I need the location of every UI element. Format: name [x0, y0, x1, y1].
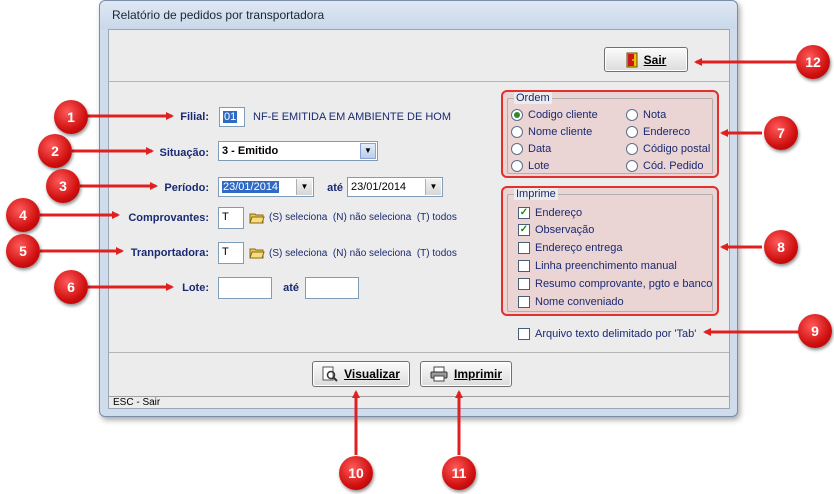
- badge-5: 5: [6, 234, 40, 268]
- badge-3: 3: [46, 169, 80, 203]
- badge-9: 9: [798, 314, 832, 348]
- badge-4: 4: [6, 198, 40, 232]
- badge-6: 6: [54, 270, 88, 304]
- badge-10: 10: [339, 456, 373, 490]
- badge-1: 1: [54, 100, 88, 134]
- badge-8: 8: [764, 230, 798, 264]
- badge-7: 7: [764, 116, 798, 150]
- annotation-arrows: [40, 58, 800, 455]
- badge-11: 11: [442, 456, 476, 490]
- badge-2: 2: [38, 134, 72, 168]
- badge-12: 12: [796, 45, 830, 79]
